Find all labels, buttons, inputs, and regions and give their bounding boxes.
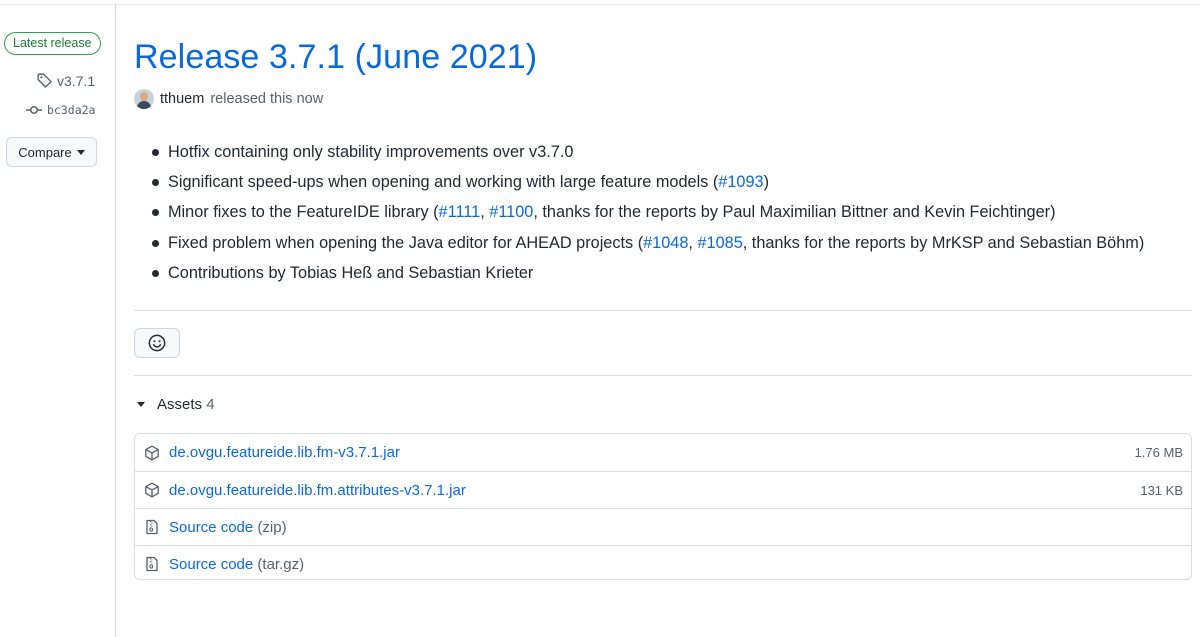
tag-label: v3.7.1 bbox=[57, 72, 96, 89]
note-item: Minor fixes to the FeatureIDE library (#… bbox=[150, 200, 1144, 230]
assets-toggle[interactable]: Assets 4 bbox=[137, 396, 215, 413]
assets-count: 4 bbox=[206, 396, 215, 413]
issue-link[interactable]: #1085 bbox=[697, 234, 742, 252]
issue-link[interactable]: #1100 bbox=[489, 203, 533, 221]
divider bbox=[134, 375, 1192, 376]
compare-button[interactable]: Compare bbox=[6, 137, 97, 167]
asset-size: 1.76 MB bbox=[1134, 445, 1183, 460]
asset-format: (tar.gz) bbox=[257, 555, 305, 573]
author-name[interactable]: tthuem bbox=[160, 91, 204, 107]
release-notes: Hotfix containing only stability improve… bbox=[150, 140, 1144, 291]
released-text: released this now bbox=[210, 91, 324, 107]
sidebar-divider bbox=[115, 4, 116, 637]
smiley-icon bbox=[148, 334, 166, 352]
note-item: Fixed problem when opening the Java edit… bbox=[150, 231, 1144, 261]
commit-link[interactable]: bc3da2a bbox=[26, 102, 95, 118]
author-row: tthuem released this now bbox=[134, 89, 323, 109]
asset-name[interactable]: de.ovgu.featureide.lib.fm.attributes-v3.… bbox=[169, 482, 466, 499]
package-icon bbox=[145, 445, 159, 460]
assets-list: de.ovgu.featureide.lib.fm-v3.7.1.jar 1.7… bbox=[134, 433, 1192, 580]
commit-hash: bc3da2a bbox=[47, 103, 96, 117]
asset-row[interactable]: de.ovgu.featureide.lib.fm.attributes-v3.… bbox=[135, 471, 1191, 508]
issue-link[interactable]: #1111 bbox=[439, 203, 481, 221]
file-zip-icon bbox=[146, 556, 158, 572]
compare-label: Compare bbox=[18, 144, 72, 160]
caret-down-icon bbox=[76, 149, 85, 155]
sidebar-top-divider bbox=[0, 4, 116, 5]
assets-label: Assets bbox=[157, 396, 203, 413]
note-item: Significant speed-ups when opening and w… bbox=[150, 170, 1144, 200]
asset-name[interactable]: Source code bbox=[169, 556, 253, 573]
asset-name[interactable]: Source code bbox=[169, 519, 253, 536]
top-divider bbox=[116, 4, 1200, 5]
add-reaction-button[interactable] bbox=[134, 328, 180, 358]
asset-row[interactable]: Source code (zip) bbox=[135, 508, 1191, 545]
issue-link[interactable]: #1093 bbox=[718, 173, 763, 191]
package-icon bbox=[145, 482, 159, 498]
avatar[interactable] bbox=[134, 89, 154, 109]
divider bbox=[134, 310, 1192, 311]
asset-row[interactable]: de.ovgu.featureide.lib.fm-v3.7.1.jar 1.7… bbox=[135, 434, 1191, 471]
latest-release-badge: Latest release bbox=[4, 32, 101, 55]
tag-icon bbox=[37, 73, 52, 88]
tag-link[interactable]: v3.7.1 bbox=[36, 72, 95, 89]
note-item: Contributions by Tobias Heß and Sebastia… bbox=[150, 261, 1144, 291]
asset-name[interactable]: de.ovgu.featureide.lib.fm-v3.7.1.jar bbox=[169, 444, 400, 461]
note-item: Hotfix containing only stability improve… bbox=[150, 140, 1144, 170]
asset-row[interactable]: Source code (tar.gz) bbox=[135, 545, 1191, 582]
file-zip-icon bbox=[146, 519, 158, 535]
triangle-down-icon bbox=[137, 402, 145, 407]
git-commit-icon bbox=[26, 106, 42, 114]
asset-format: (zip) bbox=[257, 518, 287, 536]
asset-size: 131 KB bbox=[1140, 482, 1183, 498]
issue-link[interactable]: #1048 bbox=[643, 234, 688, 252]
release-title[interactable]: Release 3.7.1 (June 2021) bbox=[134, 38, 537, 77]
